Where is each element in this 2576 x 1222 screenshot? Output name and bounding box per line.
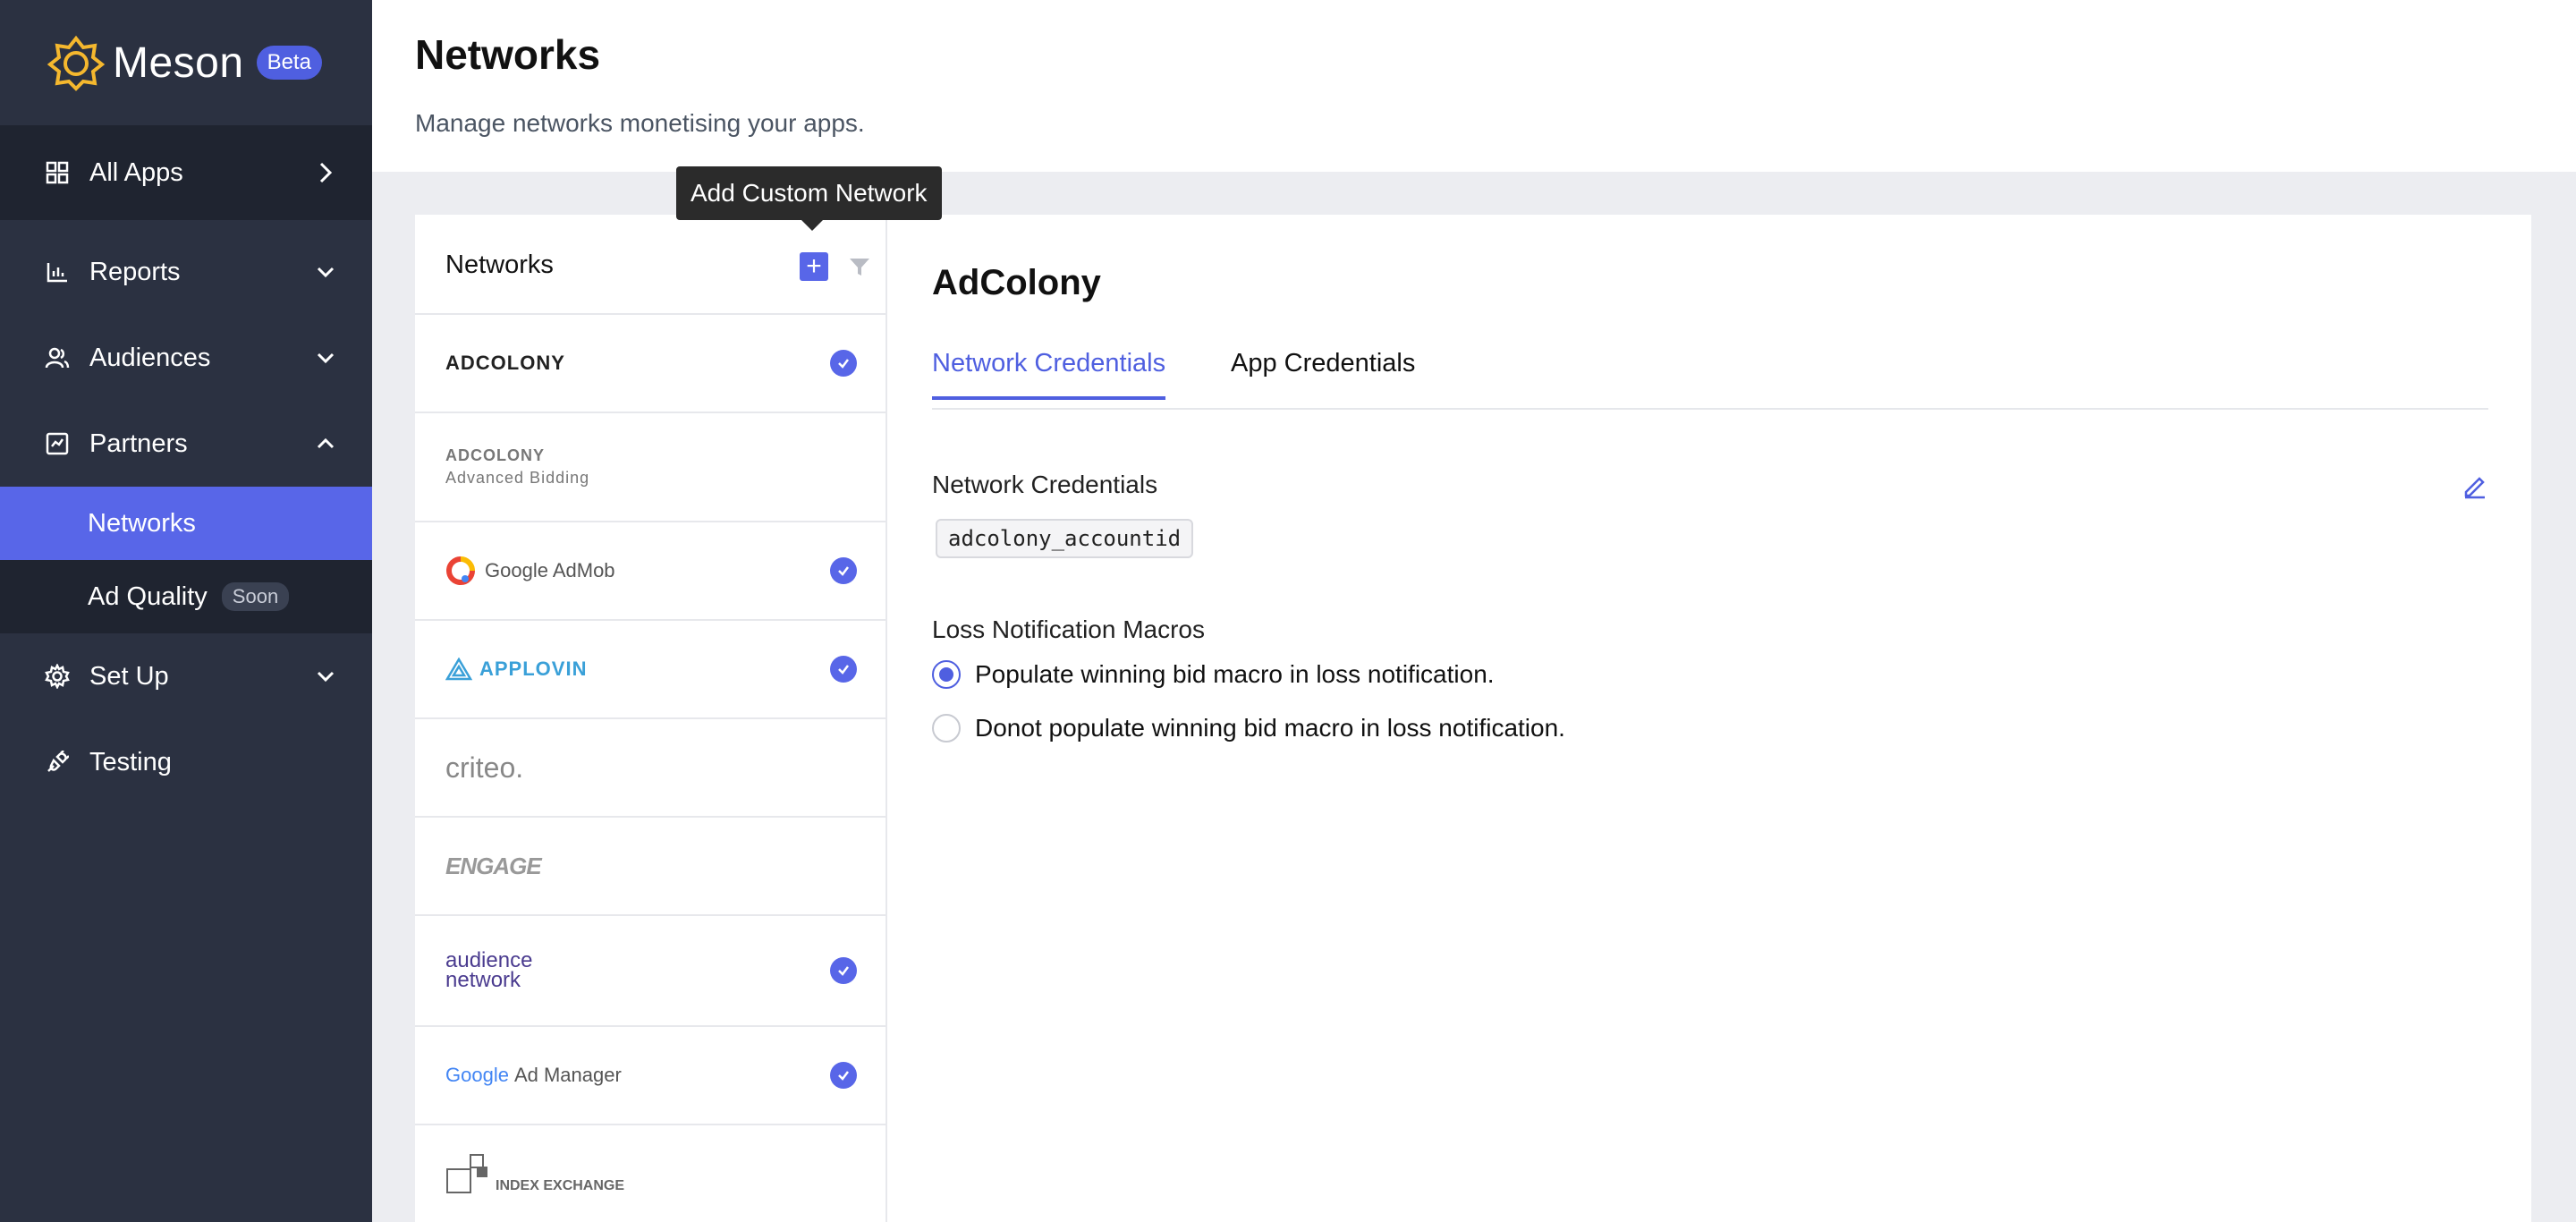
network-list-title: Networks <box>445 250 554 279</box>
radio-label: Donot populate winning bid macro in loss… <box>975 714 1565 742</box>
network-logo: APPLOVIN <box>479 658 588 680</box>
radio-populate[interactable]: Populate winning bid macro in loss notif… <box>932 660 1495 689</box>
chevron-down-icon <box>317 671 335 683</box>
sidebar-item-label: Set Up <box>89 661 169 691</box>
index-exchange-icon <box>445 1153 492 1194</box>
sidebar-item-all-apps[interactable]: All Apps <box>0 125 372 220</box>
credentials-label: Network Credentials <box>932 471 1158 498</box>
meson-logo-icon <box>47 35 106 91</box>
loss-notification-label: Loss Notification Macros <box>932 615 1206 643</box>
page-header: Networks Manage networks monetising your… <box>372 0 2576 172</box>
google-wordmark: Google <box>445 1064 509 1086</box>
bar-chart-icon <box>45 259 70 284</box>
network-row-criteo[interactable]: criteo. <box>415 719 886 818</box>
sidebar-item-label: Networks <box>88 508 196 538</box>
chevron-right-icon <box>319 162 333 183</box>
add-custom-network-tooltip: Add Custom Network <box>676 166 942 231</box>
network-list: Networks + ADCOLONY ADCOLONY Advanced Bi… <box>415 215 887 1222</box>
beta-badge: Beta <box>256 46 322 80</box>
networks-card: Networks + ADCOLONY ADCOLONY Advanced Bi… <box>415 215 2531 1222</box>
network-logo: ADCOLONY <box>445 446 545 464</box>
network-detail: AdColony Network Credentials App Credent… <box>932 215 2488 1222</box>
admob-icon <box>445 556 476 586</box>
partners-icon <box>45 431 70 456</box>
sidebar-item-ad-quality[interactable]: Ad Quality Soon <box>0 560 372 633</box>
edit-pencil-icon[interactable] <box>2462 472 2488 499</box>
check-circle-icon <box>830 557 857 584</box>
radio-label: Populate winning bid macro in loss notif… <box>975 660 1495 688</box>
check-circle-icon <box>830 957 857 984</box>
sidebar-item-audiences[interactable]: Audiences <box>0 315 372 401</box>
radio-selected-icon[interactable] <box>932 660 961 689</box>
network-logo: audience network <box>445 948 533 992</box>
network-logo-sub: Advanced Bidding <box>445 469 590 487</box>
detail-title: AdColony <box>932 263 1101 302</box>
network-logo: INDEX EXCHANGE <box>496 1178 625 1193</box>
sidebar-item-reports[interactable]: Reports <box>0 229 372 315</box>
sidebar-item-label: Reports <box>89 257 181 286</box>
plug-icon <box>45 750 70 775</box>
gear-icon <box>45 664 70 689</box>
add-custom-network-button[interactable]: + <box>800 252 828 281</box>
page-title: Networks <box>415 31 601 78</box>
partners-submenu: Networks Ad Quality Soon <box>0 487 372 633</box>
network-logo: Ad Manager <box>513 1064 622 1086</box>
sidebar-item-label: All Apps <box>89 157 183 187</box>
network-row-engage[interactable]: ENGAGE <box>415 818 886 916</box>
credential-key: adcolony_accountid <box>936 519 1194 558</box>
sidebar-item-testing[interactable]: Testing <box>0 719 372 805</box>
sidebar-item-label: Audiences <box>89 343 211 372</box>
network-row-applovin[interactable]: APPLOVIN <box>415 621 886 719</box>
sidebar-item-label: Ad Quality <box>88 581 208 611</box>
brand[interactable]: Meson Beta <box>0 0 372 125</box>
sidebar-item-set-up[interactable]: Set Up <box>0 633 372 719</box>
network-row-index-exchange[interactable]: INDEX EXCHANGE <box>415 1125 886 1222</box>
grid-icon <box>45 160 70 185</box>
check-circle-icon <box>830 656 857 683</box>
page-subtitle: Manage networks monetising your apps. <box>415 109 865 137</box>
brand-name: Meson <box>113 38 244 87</box>
filter-icon[interactable] <box>848 256 871 279</box>
check-circle-icon <box>830 1062 857 1089</box>
sidebar-item-networks[interactable]: Networks <box>0 487 372 560</box>
network-logo: Google AdMob <box>485 559 615 581</box>
users-icon <box>45 345 70 370</box>
soon-badge: Soon <box>221 582 290 611</box>
network-row-google-ad-manager[interactable]: Google Ad Manager <box>415 1027 886 1125</box>
sidebar: Meson Beta All Apps Reports Audiences Pa… <box>0 0 372 1222</box>
network-logo: criteo. <box>445 751 524 784</box>
network-row-audience-network[interactable]: audience network <box>415 916 886 1027</box>
network-logo: ADCOLONY <box>445 352 565 374</box>
radio-unselected-icon[interactable] <box>932 714 961 743</box>
chevron-up-icon <box>317 437 335 449</box>
detail-tabs: Network Credentials App Credentials <box>932 349 2488 410</box>
sidebar-item-partners[interactable]: Partners <box>0 401 372 487</box>
chevron-down-icon <box>317 267 335 278</box>
sidebar-item-label: Partners <box>89 429 188 458</box>
applovin-icon <box>445 658 472 681</box>
plus-icon: + <box>806 251 822 281</box>
sidebar-item-label: Testing <box>89 747 172 776</box>
radio-donot-populate[interactable]: Donot populate winning bid macro in loss… <box>932 714 1565 743</box>
chevron-down-icon <box>317 352 335 364</box>
network-logo: ENGAGE <box>445 852 542 879</box>
network-row-adcolony[interactable]: ADCOLONY <box>415 315 886 413</box>
tab-app-credentials[interactable]: App Credentials <box>1231 349 1415 396</box>
network-row-adcolony-bidding[interactable]: ADCOLONY Advanced Bidding <box>415 413 886 522</box>
check-circle-icon <box>830 350 857 377</box>
network-row-admob[interactable]: Google AdMob <box>415 522 886 621</box>
tab-network-credentials[interactable]: Network Credentials <box>932 349 1166 400</box>
